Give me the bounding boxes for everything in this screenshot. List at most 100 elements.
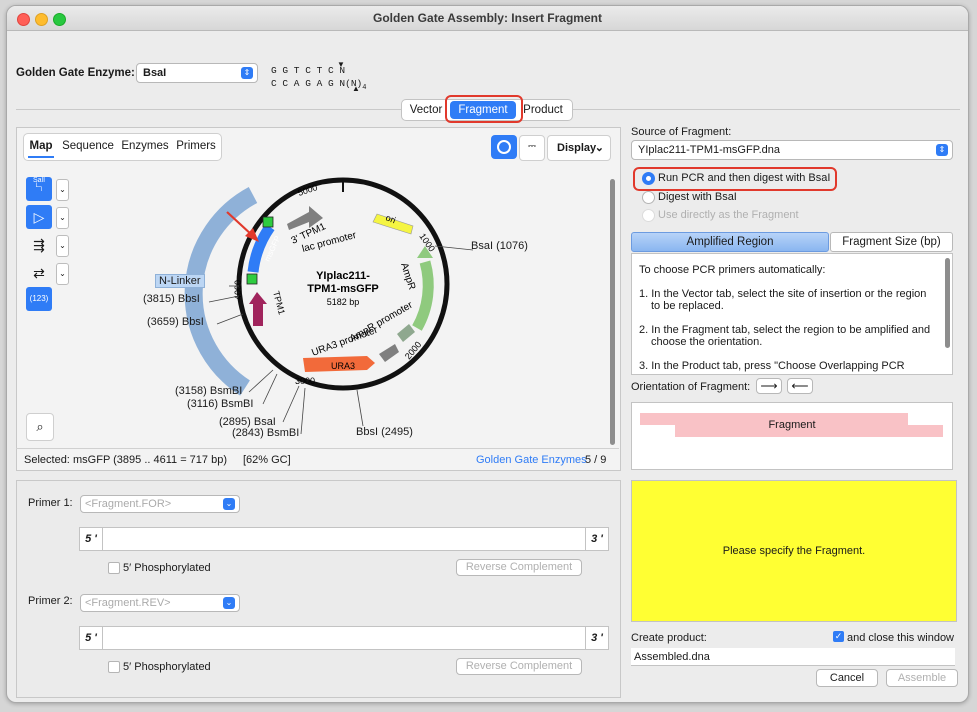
site-bsmbi-3116[interactable]: (3116) BsmBI (187, 398, 253, 410)
enzyme-select[interactable]: BsaI ⇕ (136, 63, 258, 83)
n-linker-label[interactable]: N-Linker (155, 274, 205, 288)
tab-fragment-size[interactable]: Fragment Size (bp) (830, 232, 953, 252)
site-subscript: 4 (362, 83, 367, 92)
ampr-feature[interactable] (412, 260, 434, 331)
radio-use-directly[interactable] (642, 209, 655, 222)
instruction-line-0: To choose PCR primers automatically: (639, 264, 826, 276)
chevron-updown-icon: ⇕ (241, 67, 253, 79)
primer2-sequence-field[interactable]: 5 ' 3 ' (79, 626, 609, 650)
product-name-field[interactable]: Assembled.dna (631, 648, 955, 666)
instructions-scrollbar[interactable] (945, 258, 950, 348)
site-bsai-1076[interactable]: BsaI (1076) (471, 240, 528, 252)
radio-digest[interactable] (642, 191, 655, 204)
chevron-down-icon: ⌄ (594, 142, 604, 154)
chevron-down-icon: ⌄ (223, 597, 235, 609)
site-bsmbi-2843[interactable]: (2843) BsmBI (232, 427, 299, 439)
tab-map[interactable]: Map (27, 137, 55, 155)
fragment-tab-highlight (445, 95, 523, 123)
primer2-placeholder: <Fragment.REV> (85, 597, 171, 609)
feature-arrow-icon: ▷ (33, 209, 45, 225)
primer1-5prime: 5 ' (80, 528, 103, 550)
primer2-select[interactable]: <Fragment.REV> ⌄ (80, 594, 240, 612)
primer1-select[interactable]: <Fragment.FOR> ⌄ (80, 495, 240, 513)
tab-vector[interactable]: Vector (404, 101, 448, 119)
display-button[interactable]: Display ⌄ (547, 135, 611, 161)
linear-icon: ⎓ (528, 141, 536, 152)
product-name-value: Assembled.dna (634, 651, 710, 663)
primer1-label: Primer 1: (28, 497, 73, 509)
ura3-promoter-label: URA3 promoter (310, 324, 380, 358)
primer1-sequence-field[interactable]: 5 ' 3 ' (79, 527, 609, 551)
tpm1-feature[interactable] (249, 292, 267, 326)
ampr-promoter-feature (397, 324, 415, 342)
orfs-tool-menu[interactable]: ⌄ (56, 263, 69, 285)
source-file-select[interactable]: YIplac211-TPM1-msGFP.dna ⇕ (631, 140, 953, 160)
map-size: 5182 bp (327, 297, 360, 307)
show-orfs-tool[interactable]: ⇄ (26, 261, 52, 285)
tab-enzymes[interactable]: Enzymes (121, 137, 169, 155)
selected-value: msGFP (3895 .. 4611 = 717 bp) (73, 454, 227, 466)
active-tab-underline (28, 156, 54, 158)
enzyme-label: Golden Gate Enzyme: (16, 67, 135, 79)
create-product-label: Create product: (631, 632, 707, 644)
site-bbsi-3815[interactable]: (3815) BbsI (143, 293, 200, 305)
primer1-reverse-complement-button[interactable]: Reverse Complement (456, 559, 582, 576)
site-top-strand: G G T C T C N (271, 65, 346, 76)
tick-5000: 5000 (297, 182, 319, 198)
close-window-checkbox[interactable]: ✓ (833, 631, 844, 642)
assemble-button[interactable]: Assemble (886, 669, 958, 687)
show-numbers-tool[interactable]: (123) (26, 287, 52, 311)
tab-sequence[interactable]: Sequence (62, 137, 114, 155)
arrow-right-icon: ⟶ (760, 379, 778, 393)
linker-feature-2 (262, 216, 274, 228)
linear-view-button[interactable]: ⎓ (519, 135, 545, 161)
enzymes-tool-menu[interactable]: ⌄ (56, 179, 69, 201)
close-window-label: and close this window (847, 632, 955, 644)
golden-gate-enzymes-link[interactable]: Golden Gate Enzymes (476, 454, 587, 466)
option-digest-label: Digest with BsaI (658, 191, 737, 203)
tab-product[interactable]: Product (518, 101, 568, 119)
show-primers-tool[interactable]: ⇶ (26, 233, 52, 257)
tab-primers[interactable]: Primers (175, 137, 217, 155)
orientation-reverse-button[interactable]: ⟵ (787, 378, 813, 394)
primers-tool-menu[interactable]: ⌄ (56, 235, 69, 257)
site-bbsi-3659[interactable]: (3659) BbsI (147, 316, 204, 328)
orientation-label: Orientation of Fragment: (631, 381, 751, 393)
bsmbi-3116-leader (262, 373, 278, 405)
selected-label: Selected: (24, 454, 70, 466)
site-bsmbi-3158[interactable]: (3158) BsmBI (175, 385, 242, 397)
tab-amplified-region[interactable]: Amplified Region (631, 232, 829, 252)
zoom-button[interactable]: ⌕ (26, 413, 54, 441)
bsmbi-2843-leader (300, 387, 306, 435)
ampr-label: AmpR (398, 262, 417, 292)
orientation-forward-button[interactable]: ⟶ (756, 378, 782, 394)
cancel-button[interactable]: Cancel (816, 669, 878, 687)
plasmid-map[interactable]: msGFP TPM1 3' TPM1 lac promoter ori AmpR… (77, 164, 597, 454)
radio-run-pcr[interactable] (642, 172, 655, 185)
show-features-tool[interactable]: ▷ (26, 205, 52, 229)
primer2-reverse-complement-button[interactable]: Reverse Complement (456, 658, 582, 675)
ura3-promoter-feature (379, 344, 399, 362)
instructions-box: To choose PCR primers automatically: 1. … (631, 253, 953, 375)
sali-label: SalI (32, 177, 46, 184)
primer2-5prime: 5 ' (80, 627, 103, 649)
ura3-label: URA3 (331, 361, 355, 371)
primer1-placeholder: <Fragment.FOR> (85, 498, 172, 510)
bsai-2895-leader (282, 385, 300, 423)
instruction-line-5: 3. In the Product tab, press "Choose Ove… (639, 360, 905, 372)
window-title: Golden Gate Assembly: Insert Fragment (373, 11, 602, 25)
show-enzymes-tool[interactable]: SalI └┐ (26, 177, 52, 201)
map-scrollbar[interactable] (610, 179, 615, 445)
primer-lines-icon: ⇶ (33, 237, 45, 253)
primer2-label: Primer 2: (28, 595, 73, 607)
primer2-phos-checkbox[interactable] (108, 661, 120, 673)
linker-feature (246, 273, 258, 285)
features-tool-menu[interactable]: ⌄ (56, 207, 69, 229)
chevron-down-icon: ⌄ (223, 498, 235, 510)
arrow-left-icon: ⟵ (791, 379, 809, 393)
site-bbsi-2495[interactable]: BbsI (2495) (356, 426, 413, 438)
circle-icon (497, 140, 511, 154)
circular-view-button[interactable] (491, 135, 517, 159)
chevron-down-icon: ⌄ (59, 269, 66, 278)
primer1-phos-checkbox[interactable] (108, 562, 120, 574)
